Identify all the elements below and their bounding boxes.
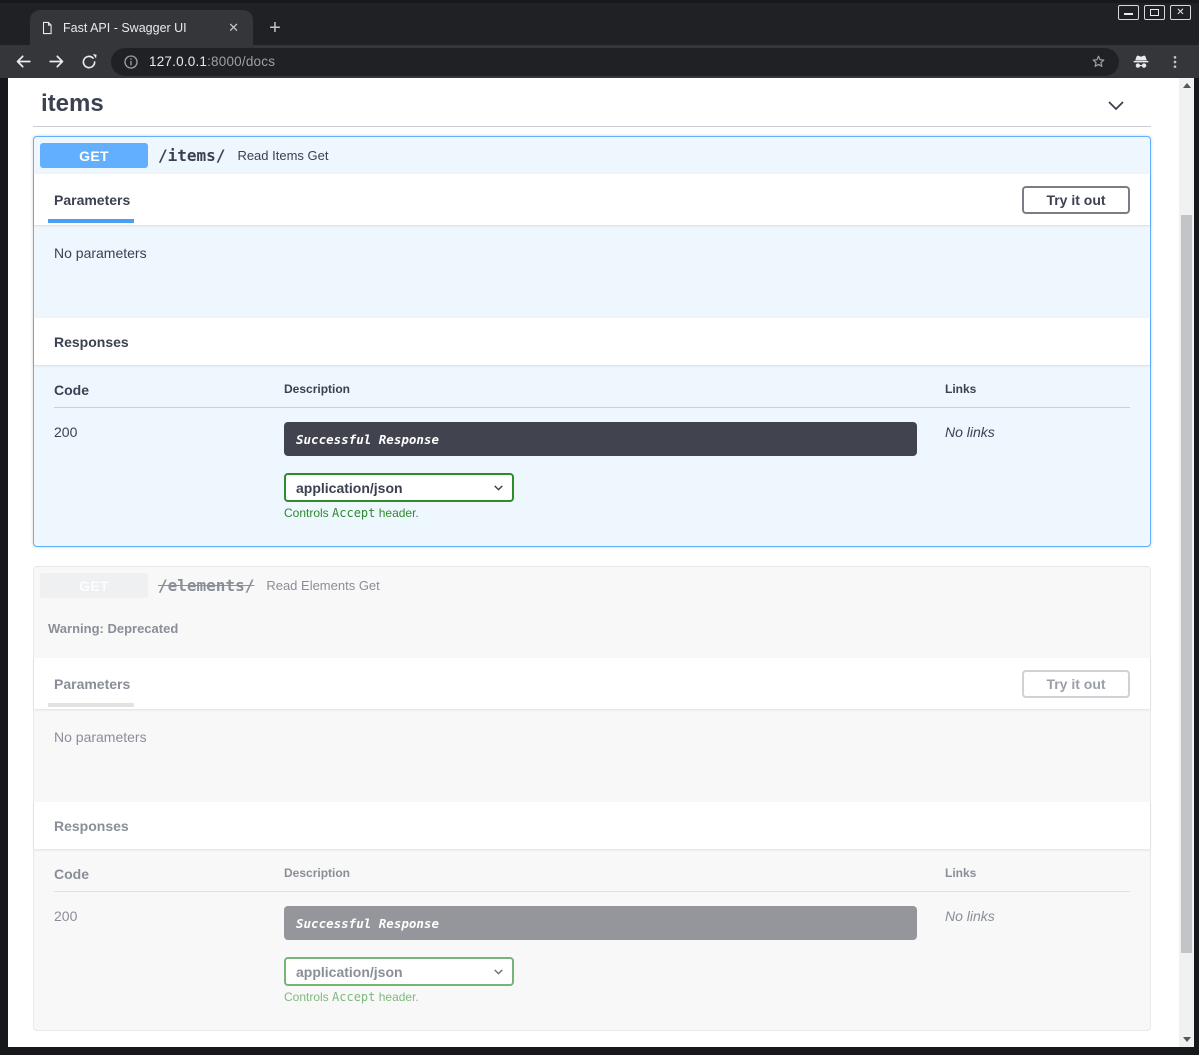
- method-badge: GET: [40, 143, 148, 168]
- tab-parameters[interactable]: Parameters: [54, 192, 130, 208]
- responses-body: Code Description Links 200 Successful Re…: [34, 849, 1150, 1030]
- kebab-menu-icon: [1167, 54, 1183, 70]
- column-header-links: Links: [945, 382, 1130, 408]
- response-links: No links: [945, 892, 1130, 1004]
- page-viewport: items GET /items/ Read Items Get Paramet…: [8, 78, 1179, 1047]
- responses-table: Code Description Links 200 Successful Re…: [54, 866, 1130, 1004]
- column-header-code: Code: [54, 382, 284, 408]
- responses-header: Responses: [34, 318, 1150, 365]
- try-it-out-button[interactable]: Try it out: [1022, 670, 1130, 698]
- opblock-summary[interactable]: GET /elements/ Read Elements Get: [34, 567, 1150, 604]
- responses-body: Code Description Links 200 Successful Re…: [34, 365, 1150, 546]
- responses-header: Responses: [34, 802, 1150, 849]
- responses-title: Responses: [54, 818, 129, 834]
- response-description-cell: Successful Response application/json Con…: [284, 892, 945, 1004]
- column-header-code: Code: [54, 866, 284, 892]
- endpoint-summary: Read Elements Get: [266, 578, 379, 593]
- incognito-icon: [1131, 52, 1151, 72]
- parameters-header: Parameters Try it out: [34, 174, 1150, 225]
- scrollbar-thumb[interactable]: [1181, 215, 1192, 953]
- window-close-button[interactable]: ✕: [1170, 5, 1191, 20]
- browser-tab[interactable]: Fast API - Swagger UI ✕: [30, 10, 253, 45]
- back-icon: [14, 52, 33, 71]
- page-favicon-icon: [40, 21, 54, 35]
- scrollbar-down-button[interactable]: [1179, 1032, 1194, 1047]
- response-code: 200: [54, 408, 284, 520]
- parameters-header: Parameters Try it out: [34, 658, 1150, 709]
- endpoint-path: /elements/: [158, 576, 254, 595]
- endpoint-path: /items/: [158, 146, 225, 165]
- address-bar[interactable]: 127.0.0.1:8000/docs: [111, 48, 1119, 76]
- star-icon: [1090, 53, 1107, 70]
- toolbar-right: [1131, 52, 1187, 72]
- scrollbar-up-button[interactable]: [1179, 78, 1194, 93]
- vertical-scrollbar[interactable]: [1179, 78, 1194, 1047]
- browser-tab-bar: Fast API - Swagger UI ✕ +: [0, 3, 1199, 45]
- section-title: items: [41, 90, 104, 117]
- response-description: Successful Response: [284, 906, 917, 940]
- site-info-icon[interactable]: [123, 54, 139, 70]
- response-links: No links: [945, 408, 1130, 520]
- opblock-get-elements-deprecated: GET /elements/ Read Elements Get Warning…: [33, 566, 1151, 1031]
- scroll-up-icon: [1183, 83, 1191, 88]
- tab-title: Fast API - Swagger UI: [63, 21, 224, 35]
- response-code: 200: [54, 892, 284, 1004]
- url-text: 127.0.0.1:8000/docs: [149, 54, 275, 69]
- media-type-select[interactable]: application/json: [284, 957, 514, 986]
- method-badge: GET: [40, 573, 148, 598]
- response-description-cell: Successful Response application/json Con…: [284, 408, 945, 520]
- browser-toolbar: 127.0.0.1:8000/docs: [0, 45, 1199, 78]
- no-parameters-message: No parameters: [54, 729, 147, 745]
- no-parameters-message: No parameters: [54, 245, 147, 261]
- media-type-select[interactable]: application/json: [284, 473, 514, 502]
- column-header-description: Description: [284, 866, 945, 892]
- parameters-body: No parameters: [34, 225, 1150, 318]
- back-button[interactable]: [12, 51, 34, 73]
- forward-icon: [47, 52, 66, 71]
- chevron-down-icon[interactable]: [1104, 93, 1128, 122]
- window-maximize-button[interactable]: [1144, 5, 1165, 20]
- column-header-description: Description: [284, 382, 945, 408]
- new-tab-button[interactable]: +: [262, 15, 288, 41]
- tag-section-header[interactable]: items: [33, 90, 1151, 120]
- maximize-icon: [1150, 9, 1159, 16]
- opblock-get-items: GET /items/ Read Items Get Parameters Tr…: [33, 136, 1151, 547]
- endpoint-summary: Read Items Get: [237, 148, 328, 163]
- parameters-body: No parameters: [34, 709, 1150, 802]
- forward-button[interactable]: [45, 51, 67, 73]
- scroll-down-icon: [1183, 1037, 1191, 1042]
- bookmark-star-button[interactable]: [1090, 53, 1107, 70]
- tab-close-icon[interactable]: ✕: [224, 20, 243, 36]
- deprecated-warning: Warning: Deprecated: [34, 604, 1150, 658]
- window-minimize-button[interactable]: [1118, 5, 1139, 20]
- browser-menu-button[interactable]: [1167, 54, 1183, 70]
- reload-button[interactable]: [78, 51, 100, 73]
- accept-header-note: Controls Accept header.: [284, 990, 945, 1004]
- responses-table: Code Description Links 200 Successful Re…: [54, 382, 1130, 520]
- reload-icon: [80, 53, 98, 71]
- column-header-links: Links: [945, 866, 1130, 892]
- try-it-out-button[interactable]: Try it out: [1022, 186, 1130, 214]
- minimize-icon: [1124, 13, 1133, 15]
- accept-header-note: Controls Accept header.: [284, 506, 945, 520]
- window-controls: ✕: [1118, 5, 1191, 20]
- tab-parameters[interactable]: Parameters: [54, 676, 130, 692]
- response-description: Successful Response: [284, 422, 917, 456]
- section-divider: [33, 126, 1151, 127]
- opblock-summary[interactable]: GET /items/ Read Items Get: [34, 137, 1150, 174]
- responses-title: Responses: [54, 334, 129, 350]
